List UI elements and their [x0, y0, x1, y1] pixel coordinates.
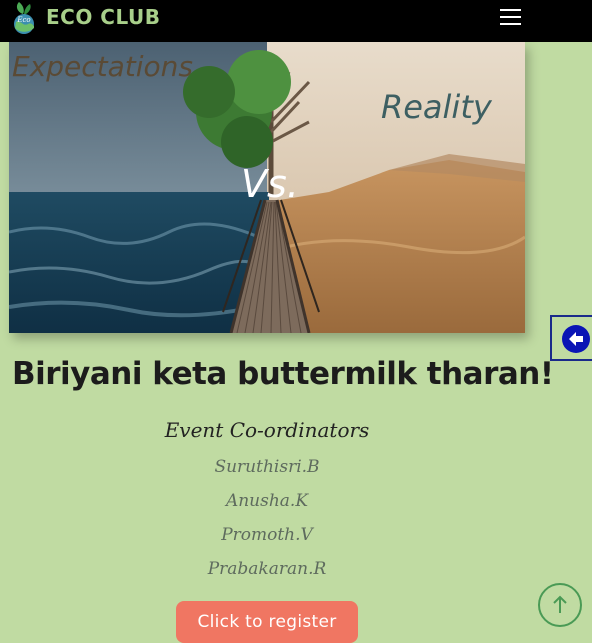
banner-caption-right: Reality [381, 88, 492, 126]
arrow-left-circle-icon [562, 325, 590, 353]
logo-text: Eco [16, 16, 30, 24]
coordinator-name: Suruthisri.B [214, 457, 320, 477]
coordinators-heading: Event Co-ordinators [164, 418, 370, 442]
eco-club-logo[interactable]: Eco [9, 2, 39, 34]
scroll-to-top-button[interactable] [538, 583, 582, 627]
event-banner-image: Expectations Reality Vs. [9, 42, 525, 333]
hamburger-menu-icon[interactable] [500, 9, 522, 27]
coordinator-name: Anusha.K [225, 491, 309, 511]
navbar: Eco ECO CLUB [0, 0, 592, 42]
event-title: Biriyani keta buttermilk tharan! [12, 356, 554, 392]
coordinator-name: Promoth.V [221, 525, 313, 545]
coordinator-name: Prabakaran.R [207, 559, 327, 579]
banner-caption-left: Expectations [12, 50, 194, 83]
register-button[interactable]: Click to register [176, 601, 358, 643]
brand-name[interactable]: ECO CLUB [46, 5, 161, 29]
side-toggle-button[interactable] [550, 315, 592, 361]
arrow-up-icon [553, 595, 567, 613]
banner-caption-center: Vs. [241, 162, 299, 206]
